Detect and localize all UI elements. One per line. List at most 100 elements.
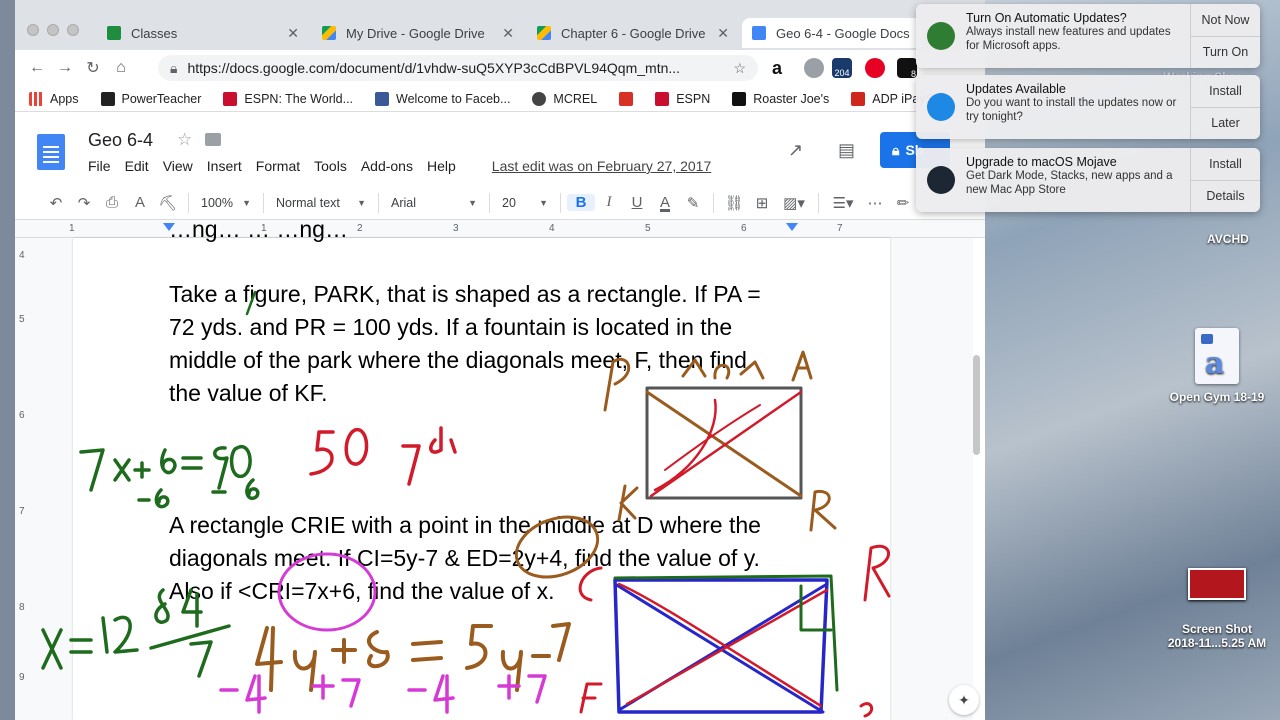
style-select[interactable]: Normal text ▼ [270, 190, 372, 216]
later-button[interactable]: Later [1191, 106, 1260, 140]
highlight-icon[interactable]: ✎ [679, 194, 707, 212]
tab-label: My Drive - Google Drive [346, 25, 485, 41]
bookmark-label: Welcome to Faceb... [396, 91, 511, 106]
install-button[interactable]: Install [1191, 148, 1260, 180]
paint-format-icon[interactable]: ⛏ [154, 194, 182, 212]
menu-view[interactable]: View [163, 158, 193, 174]
docs-header: Geo 6-4 ☆ File Edit View Insert Format T… [15, 118, 985, 184]
desktop-icon-label: Screen Shot [1181, 622, 1253, 636]
docs-menubar: File Edit View Insert Format Tools Add-o… [88, 158, 711, 174]
amazon-extension-icon[interactable]: a [772, 58, 792, 78]
insert-comment-icon[interactable]: ⊞ [748, 194, 776, 212]
bookmark-facebook[interactable]: Welcome to Faceb... [375, 91, 511, 106]
close-window-button[interactable] [27, 24, 39, 36]
pencil-icon[interactable]: ✏ [889, 194, 917, 212]
not-now-button[interactable]: Not Now [1191, 4, 1260, 36]
tab-geo-6-4[interactable]: Geo 6-4 - Google Docs [742, 18, 922, 48]
menu-help[interactable]: Help [427, 158, 456, 174]
maximize-window-button[interactable] [67, 24, 79, 36]
omnibox[interactable]: 🔒︎ https://docs.google.com/document/d/1v… [158, 55, 758, 81]
toolbar-divider [378, 192, 379, 213]
comments-icon[interactable]: ▤ [838, 140, 855, 161]
document-title[interactable]: Geo 6-4 [88, 130, 153, 151]
extension-badge-count: 204 [834, 68, 850, 78]
problem-2-text: A rectangle CRIE with a point in the mid… [169, 509, 761, 608]
bookmark-label: ESPN [676, 91, 711, 106]
menu-tools[interactable]: Tools [314, 158, 347, 174]
bold-icon[interactable]: B [567, 194, 595, 211]
right-indent-marker-icon[interactable] [786, 223, 798, 231]
menu-edit[interactable]: Edit [125, 158, 149, 174]
link-icon[interactable]: ⛓ [720, 194, 748, 212]
tab-classes[interactable]: Classes ✕ [97, 18, 309, 48]
explore-button[interactable]: ✦ [949, 685, 979, 715]
align-icon[interactable]: ☰▾ [825, 194, 861, 212]
extension-icon[interactable]: 8 [897, 58, 917, 79]
menu-file[interactable]: File [88, 158, 111, 174]
notification-updates-available: Updates Available Do you want to install… [916, 75, 1260, 139]
insert-image-icon[interactable]: ▨▾ [776, 194, 812, 212]
font-size-select[interactable]: 20 ▼ [496, 190, 554, 216]
bookmarks-bar: Apps PowerTeacher ESPN: The World... Wel… [15, 86, 985, 112]
activity-trend-icon[interactable]: ↗ [788, 140, 803, 161]
text-line: 72 yds. and PR = 100 yds. If a fountain … [169, 314, 733, 340]
pinterest-extension-icon[interactable] [865, 58, 885, 78]
desktop-icon-open-gym[interactable]: a Open Gym 18-19 [1157, 328, 1277, 404]
bookmark-gmail[interactable] [619, 91, 634, 106]
bookmark-powerteacher[interactable]: PowerTeacher [100, 91, 201, 106]
bookmark-apps[interactable]: Apps [29, 91, 79, 106]
desktop-icon-screenshot[interactable]: Screen Shot 2018-11...5.25 AM [1155, 568, 1279, 650]
font-select[interactable]: Arial ▼ [385, 190, 483, 216]
turn-on-button[interactable]: Turn On [1191, 35, 1260, 69]
zoom-select[interactable]: 100% ▼ [195, 190, 257, 216]
ruler-number: 5 [19, 314, 25, 325]
bookmark-label: MCREL [553, 91, 598, 106]
more-icon[interactable]: ⋯ [861, 194, 889, 212]
tab-my-drive[interactable]: My Drive - Google Drive ✕ [312, 18, 524, 48]
bookmark-roaster-joes[interactable]: Roaster Joe's [732, 91, 829, 106]
text-color-icon[interactable]: A [651, 194, 679, 211]
undo-icon[interactable]: ↶ [42, 194, 70, 212]
drive-extension-icon[interactable] [804, 58, 824, 78]
back-icon[interactable]: ← [23, 59, 51, 77]
notification-title: Turn On Automatic Updates? [966, 11, 1127, 25]
document-page[interactable]: …ng… … …ng… Take a figure, PARK, that is… [73, 216, 890, 720]
italic-icon[interactable]: I [595, 194, 623, 211]
desktop-avchd-label[interactable]: AVCHD [1207, 232, 1249, 246]
facebook-icon [375, 91, 390, 106]
redo-icon[interactable]: ↷ [70, 194, 98, 212]
print-icon[interactable]: ⎙ [98, 194, 126, 211]
reload-icon[interactable]: ↻ [79, 58, 107, 78]
close-tab-icon[interactable]: ✕ [287, 25, 299, 42]
close-tab-icon[interactable]: ✕ [717, 25, 729, 42]
bookmark-espn[interactable]: ESPN [655, 91, 711, 106]
vertical-scrollbar[interactable] [973, 355, 980, 455]
details-button[interactable]: Details [1191, 179, 1260, 213]
home-icon[interactable]: ⌂ [107, 59, 135, 77]
last-edit-link[interactable]: Last edit was on February 27, 2017 [492, 158, 711, 174]
extension-badge-icon[interactable]: 204 [832, 58, 852, 78]
install-button[interactable]: Install [1191, 75, 1260, 107]
ruler-number: 4 [19, 250, 25, 261]
docs-logo-icon[interactable] [37, 134, 65, 170]
tab-chapter-6[interactable]: Chapter 6 - Google Drive ✕ [527, 18, 739, 48]
forward-icon[interactable]: → [51, 59, 79, 77]
toolbar-divider [713, 192, 714, 213]
star-icon[interactable]: ☆ [177, 130, 192, 150]
tab-label: Classes [131, 25, 178, 41]
bookmark-espn-world[interactable]: ESPN: The World... [223, 91, 353, 106]
bookmark-star-icon[interactable]: ☆ [733, 60, 746, 77]
underline-icon[interactable]: U [623, 194, 651, 211]
menu-addons[interactable]: Add-ons [361, 158, 413, 174]
mcrel-icon [532, 91, 547, 106]
problem-1-text: Take a figure, PARK, that is shaped as a… [169, 278, 761, 410]
apps-grid-icon [29, 91, 43, 106]
minimize-window-button[interactable] [47, 24, 59, 36]
font-value: Arial [391, 195, 417, 210]
spellcheck-icon[interactable]: A [126, 194, 154, 211]
folder-icon[interactable] [205, 133, 221, 146]
menu-format[interactable]: Format [256, 158, 300, 174]
menu-insert[interactable]: Insert [207, 158, 242, 174]
bookmark-mcrel[interactable]: MCREL [532, 91, 598, 106]
close-tab-icon[interactable]: ✕ [502, 25, 514, 42]
